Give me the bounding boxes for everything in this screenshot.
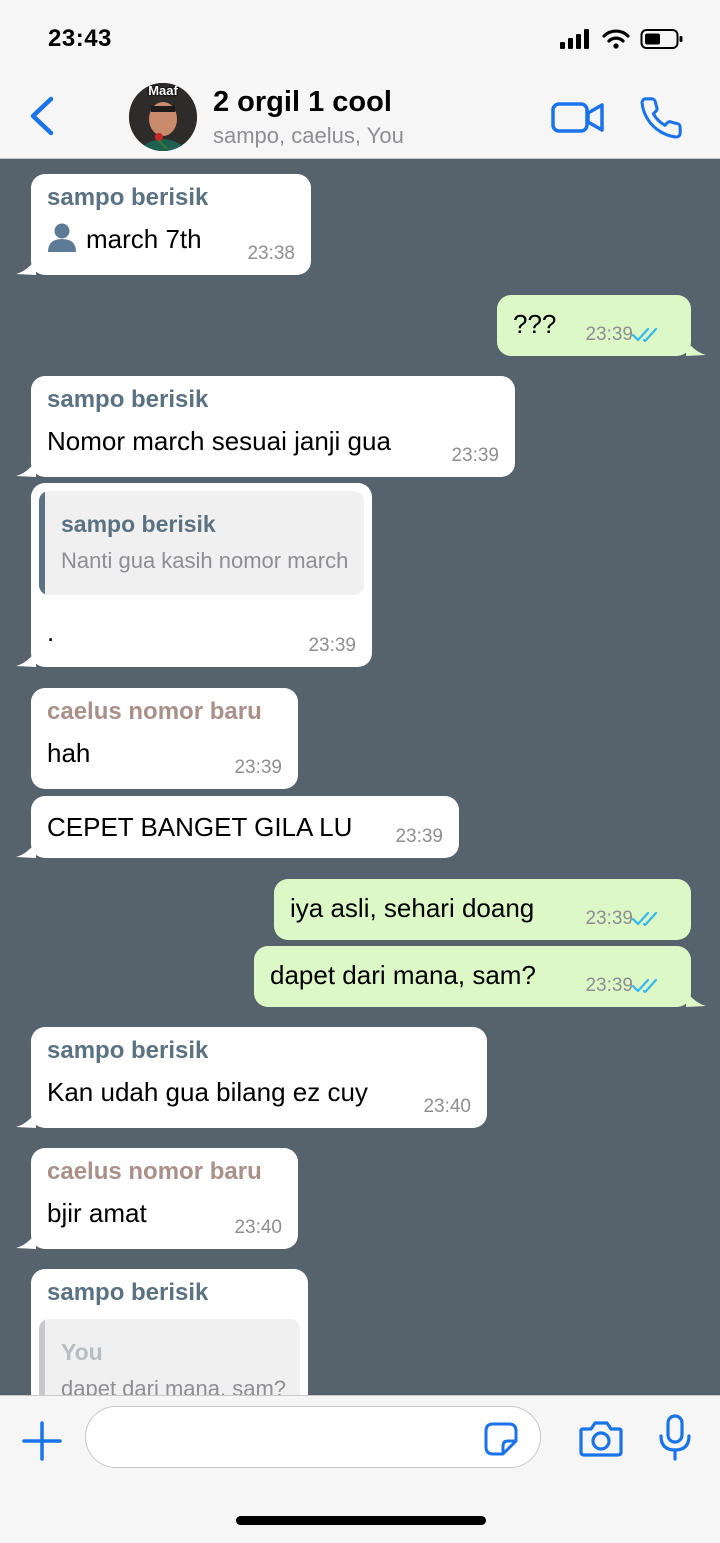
bubble-tail	[16, 842, 36, 858]
message-sender[interactable]: sampo berisik	[47, 1279, 208, 1307]
message-time: 23:39	[585, 908, 633, 929]
quoted-sender: You	[61, 1339, 103, 1365]
message-text: bjir amat	[47, 1198, 147, 1228]
avatar-caption: Maaf	[148, 83, 178, 98]
message-time: 23:38	[247, 243, 295, 264]
message-text: Kan udah gua bilang ez cuy	[47, 1077, 368, 1107]
chat-participants[interactable]: sampo, caelus, You	[213, 123, 404, 149]
bubble-tail	[16, 1233, 36, 1249]
video-call-icon[interactable]	[550, 97, 606, 137]
read-receipt-icon	[631, 911, 658, 927]
voice-call-icon[interactable]	[638, 95, 684, 141]
chat-header: Maaf 2 orgil 1 cool sampo, caelus, You	[0, 75, 720, 159]
message-sender[interactable]: caelus nomor baru	[47, 698, 262, 726]
message-bubble[interactable]: dapet dari mana, sam? 23:39	[254, 946, 706, 1007]
message-bubble[interactable]: sampo berisik Kan udah gua bilang ez cuy…	[16, 1027, 487, 1128]
wifi-icon	[602, 29, 630, 49]
read-receipt-icon	[631, 327, 658, 343]
home-indicator[interactable]	[236, 1516, 486, 1525]
message-text: CEPET BANGET GILA LU	[47, 812, 353, 842]
message-bubble[interactable]: sampo berisik Nomor march sesuai janji g…	[16, 376, 515, 477]
message-bubble[interactable]: sampo berisik Nanti gua kasih nomor marc…	[16, 483, 372, 667]
signal-icon	[560, 29, 589, 49]
status-icons	[560, 26, 684, 52]
quoted-message[interactable]: You dapet dari mana, sam?	[39, 1319, 300, 1395]
camera-icon[interactable]	[578, 1418, 624, 1458]
read-receipt-icon	[631, 978, 658, 994]
chat-title[interactable]: 2 orgil 1 cool	[213, 86, 392, 119]
message-bubble[interactable]: sampo berisik march 7th 23:38	[16, 174, 311, 275]
message-text: .	[47, 617, 55, 647]
bubble-tail	[16, 651, 36, 667]
bubble-tail	[686, 340, 706, 356]
message-sender[interactable]: caelus nomor baru	[47, 1158, 262, 1186]
quote-accent-bar	[39, 491, 45, 595]
contact-person-icon	[48, 223, 76, 252]
message-time: 23:39	[395, 826, 443, 847]
message-bubble[interactable]: CEPET BANGET GILA LU 23:39	[16, 796, 459, 858]
message-bubble[interactable]: sampo berisik You dapet dari mana, sam?	[31, 1269, 308, 1395]
quoted-text: Nanti gua kasih nomor march	[61, 548, 349, 573]
message-time: 23:40	[423, 1096, 471, 1117]
group-avatar[interactable]: Maaf	[129, 83, 197, 151]
bubble-tail	[16, 461, 36, 477]
message-time: 23:39	[585, 975, 633, 996]
status-time: 23:43	[48, 25, 112, 52]
message-time: 23:39	[308, 635, 356, 656]
message-sender[interactable]: sampo berisik	[47, 386, 208, 414]
message-input[interactable]	[85, 1406, 541, 1468]
attach-plus-icon[interactable]	[20, 1419, 64, 1463]
quoted-sender: sampo berisik	[61, 511, 216, 537]
message-text: dapet dari mana, sam?	[270, 960, 536, 990]
message-bubble[interactable]: ??? 23:39	[497, 295, 706, 356]
message-time: 23:39	[234, 757, 282, 778]
message-time: 23:40	[234, 1217, 282, 1238]
microphone-icon[interactable]	[658, 1414, 692, 1462]
battery-icon	[640, 29, 683, 49]
message-text: Nomor march sesuai janji gua	[47, 426, 391, 456]
message-sender[interactable]: sampo berisik	[47, 1037, 208, 1065]
bubble-tail	[686, 991, 706, 1007]
quoted-text: dapet dari mana, sam?	[61, 1376, 287, 1395]
message-text: hah	[47, 738, 91, 768]
message-text: iya asli, sehari doang	[290, 893, 535, 923]
quote-accent-bar	[39, 1319, 45, 1395]
quoted-message[interactable]: sampo berisik Nanti gua kasih nomor marc…	[39, 491, 364, 595]
message-bubble[interactable]: caelus nomor baru hah 23:39	[31, 688, 298, 789]
message-bubble[interactable]: iya asli, sehari doang 23:39	[274, 879, 691, 940]
back-button[interactable]	[22, 93, 62, 139]
message-sender[interactable]: sampo berisik	[47, 184, 208, 212]
bubble-tail	[16, 259, 36, 275]
message-text: ???	[513, 309, 557, 339]
composer-bar	[0, 1395, 720, 1543]
message-time: 23:39	[451, 445, 499, 466]
sticker-icon[interactable]	[483, 1421, 519, 1457]
message-bubble[interactable]: caelus nomor baru bjir amat 23:40	[16, 1148, 298, 1249]
message-time: 23:39	[585, 324, 633, 345]
message-text: march 7th	[86, 224, 202, 254]
status-bar: 23:43	[0, 0, 720, 75]
message-list[interactable]: sampo berisik march 7th 23:38 ??? 23:39 …	[0, 159, 720, 1395]
bubble-tail	[16, 1112, 36, 1128]
